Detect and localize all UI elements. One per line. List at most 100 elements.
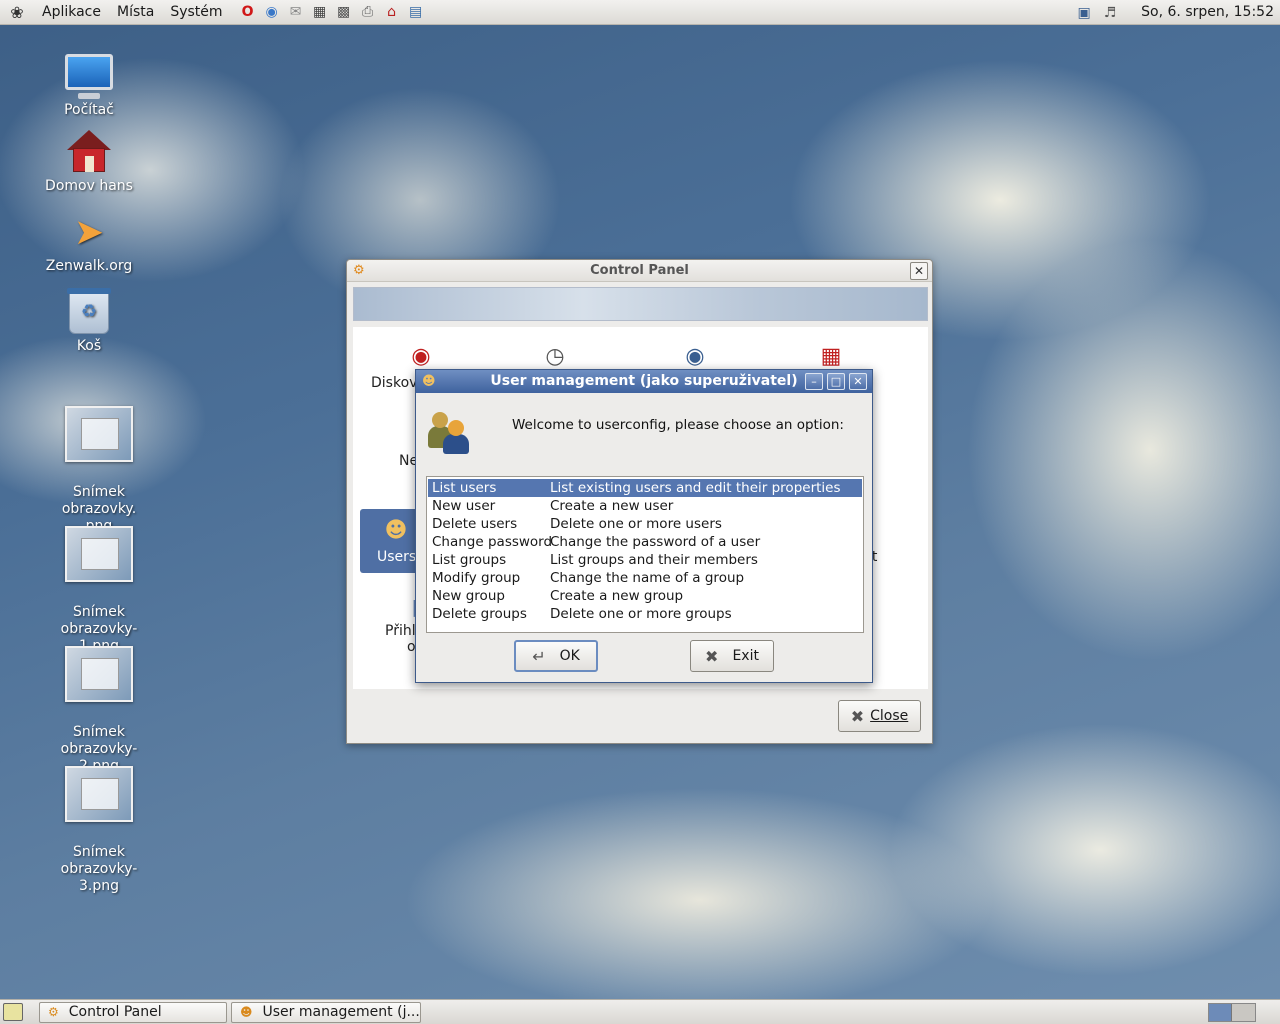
desktop-icon-label: Koš bbox=[76, 338, 102, 354]
option-description: Delete one or more users bbox=[550, 516, 722, 532]
option-description: Create a new group bbox=[550, 588, 684, 604]
list-item[interactable]: New group Create a new group bbox=[428, 587, 862, 605]
video-icon[interactable]: ▦ bbox=[309, 1, 331, 23]
desktop-icon-label: Domov hans bbox=[45, 178, 133, 194]
desktop-icon-home[interactable]: Domov hans bbox=[24, 130, 154, 195]
window-controls: – □ ✕ bbox=[805, 373, 867, 390]
browser-icon[interactable]: ◉ bbox=[261, 1, 283, 23]
terminal-icon[interactable]: ▩ bbox=[333, 1, 355, 23]
option-name: List users bbox=[432, 480, 497, 496]
option-description: Change the password of a user bbox=[550, 534, 761, 550]
workspace-switcher[interactable] bbox=[1208, 1003, 1256, 1022]
option-description: Delete one or more groups bbox=[550, 606, 732, 622]
computer-icon bbox=[24, 46, 154, 99]
exit-button-label: Exit bbox=[732, 648, 759, 664]
clock-icon: ◷ bbox=[545, 343, 565, 369]
close-button[interactable]: ✖ Close bbox=[838, 700, 921, 732]
option-name: Delete groups bbox=[432, 606, 527, 622]
gnome-foot-icon[interactable]: ❀ bbox=[6, 1, 28, 23]
option-name: New user bbox=[432, 498, 496, 514]
option-name: New group bbox=[432, 588, 505, 604]
opera-icon[interactable]: O bbox=[237, 1, 259, 23]
show-desktop-button[interactable] bbox=[3, 1003, 23, 1021]
desktop-icon-trash[interactable]: Koš bbox=[24, 288, 154, 355]
user-management-title: User management (jako superuživatel) bbox=[490, 373, 798, 389]
user-management-titlebar[interactable]: ☻ User management (jako superuživatel) –… bbox=[416, 370, 872, 393]
desktop-icon-screenshot-3[interactable]: Snímek obrazovky- 3.png bbox=[34, 748, 164, 912]
printer-icon[interactable]: ⎙ bbox=[357, 1, 379, 23]
trash-icon bbox=[24, 288, 154, 334]
disk-icon: ◉ bbox=[411, 343, 431, 369]
desktop-icon-zenwalk[interactable]: ➤ Zenwalk.org bbox=[24, 212, 154, 275]
close-button-label: Close bbox=[870, 708, 909, 724]
option-description: List groups and their members bbox=[550, 552, 758, 568]
close-icon: ✖ bbox=[850, 706, 865, 726]
desktop-icon-computer[interactable]: Počítač bbox=[24, 46, 154, 119]
exit-button[interactable]: ✖ Exit bbox=[690, 640, 774, 672]
network-status-icon[interactable]: ▣ bbox=[1073, 3, 1095, 23]
menu-places[interactable]: Místa bbox=[109, 0, 162, 25]
list-item[interactable]: List groups List groups and their member… bbox=[428, 551, 862, 569]
options-list: List users List existing users and edit … bbox=[426, 476, 864, 633]
list-item[interactable]: Delete users Delete one or more users bbox=[428, 515, 862, 533]
menu-applications[interactable]: Aplikace bbox=[34, 0, 109, 25]
control-panel-title: Control Panel bbox=[590, 263, 689, 278]
users-app-icon: ☻ bbox=[422, 374, 436, 389]
package-icon: ◉ bbox=[685, 343, 705, 369]
top-panel: ❀ Aplikace Místa Systém O ◉ ✉ ▦ ▩ ⎙ ⌂ ▤ … bbox=[0, 0, 1280, 25]
option-description: List existing users and edit their prope… bbox=[550, 480, 841, 496]
list-item[interactable]: Change password Change the password of a… bbox=[428, 533, 862, 551]
option-description: Create a new user bbox=[550, 498, 674, 514]
enter-icon: ↵ bbox=[532, 646, 546, 666]
menu-system[interactable]: Systém bbox=[162, 0, 230, 25]
workspace-2[interactable] bbox=[1232, 1004, 1255, 1021]
desktop-icon-label: Snímek obrazovky- 3.png bbox=[60, 844, 138, 894]
network-icon[interactable]: ▤ bbox=[405, 1, 427, 23]
option-name: List groups bbox=[432, 552, 507, 568]
volume-icon[interactable]: ♬ bbox=[1099, 3, 1121, 23]
close-icon[interactable]: ✕ bbox=[910, 262, 928, 280]
taskbar-item-user-management[interactable]: ☻ User management (j... bbox=[231, 1001, 421, 1023]
workspace-1[interactable] bbox=[1209, 1004, 1233, 1021]
maximize-icon[interactable]: □ bbox=[827, 373, 845, 390]
image-thumbnail-icon bbox=[34, 645, 164, 703]
system-tray: ▣ ♬ So, 6. srpen, 15:52 bbox=[1073, 0, 1280, 25]
mail-icon[interactable]: ✉ bbox=[285, 1, 307, 23]
image-thumbnail-icon bbox=[34, 765, 164, 823]
dialog-header: Welcome to userconfig, please choose an … bbox=[426, 410, 866, 460]
image-thumbnail-icon bbox=[34, 525, 164, 583]
image-thumbnail-icon bbox=[34, 405, 164, 463]
users-icon bbox=[428, 410, 474, 454]
list-item[interactable]: New user Create a new user bbox=[428, 497, 862, 515]
bottom-panel: ⚙ Control Panel ☻ User management (j... bbox=[0, 999, 1280, 1024]
user-management-dialog: ☻ User management (jako superuživatel) –… bbox=[415, 369, 873, 683]
ok-button-label: OK bbox=[559, 648, 580, 664]
option-name: Change password bbox=[432, 534, 553, 550]
control-panel-titlebar[interactable]: ⚙ Control Panel ✕ bbox=[347, 260, 932, 282]
firewall-icon: ▦ bbox=[820, 343, 842, 369]
close-icon[interactable]: ✕ bbox=[849, 373, 867, 390]
close-icon: ✖ bbox=[705, 646, 719, 666]
list-item[interactable]: Modify group Change the name of a group bbox=[428, 569, 862, 587]
option-name: Delete users bbox=[432, 516, 518, 532]
taskbar-item-label: Control Panel bbox=[68, 1004, 162, 1020]
list-item[interactable]: Delete groups Delete one or more groups bbox=[428, 605, 862, 623]
list-item[interactable]: List users List existing users and edit … bbox=[428, 479, 862, 497]
clock[interactable]: So, 6. srpen, 15:52 bbox=[1125, 0, 1280, 25]
desktop-icon-label: Počítač bbox=[64, 102, 114, 118]
option-name: Modify group bbox=[432, 570, 521, 586]
taskbar-item-label: User management (j... bbox=[262, 1004, 420, 1020]
users-icon: ☻ bbox=[384, 517, 408, 543]
ok-button[interactable]: ↵ OK bbox=[514, 640, 598, 672]
minimize-icon[interactable]: – bbox=[805, 373, 823, 390]
welcome-text: Welcome to userconfig, please choose an … bbox=[512, 417, 844, 433]
control-panel-banner bbox=[353, 287, 928, 321]
taskbar-item-control-panel[interactable]: ⚙ Control Panel bbox=[39, 1001, 227, 1023]
control-panel-app-icon: ⚙ bbox=[353, 263, 365, 278]
dolphin-icon: ➤ bbox=[73, 212, 105, 253]
desktop-icon-label: Zenwalk.org bbox=[45, 258, 133, 274]
main-menu: Aplikace Místa Systém bbox=[34, 0, 231, 25]
launcher-bar: O ◉ ✉ ▦ ▩ ⎙ ⌂ ▤ bbox=[237, 1, 427, 23]
home-folder-icon bbox=[24, 130, 154, 174]
home-icon[interactable]: ⌂ bbox=[381, 1, 403, 23]
